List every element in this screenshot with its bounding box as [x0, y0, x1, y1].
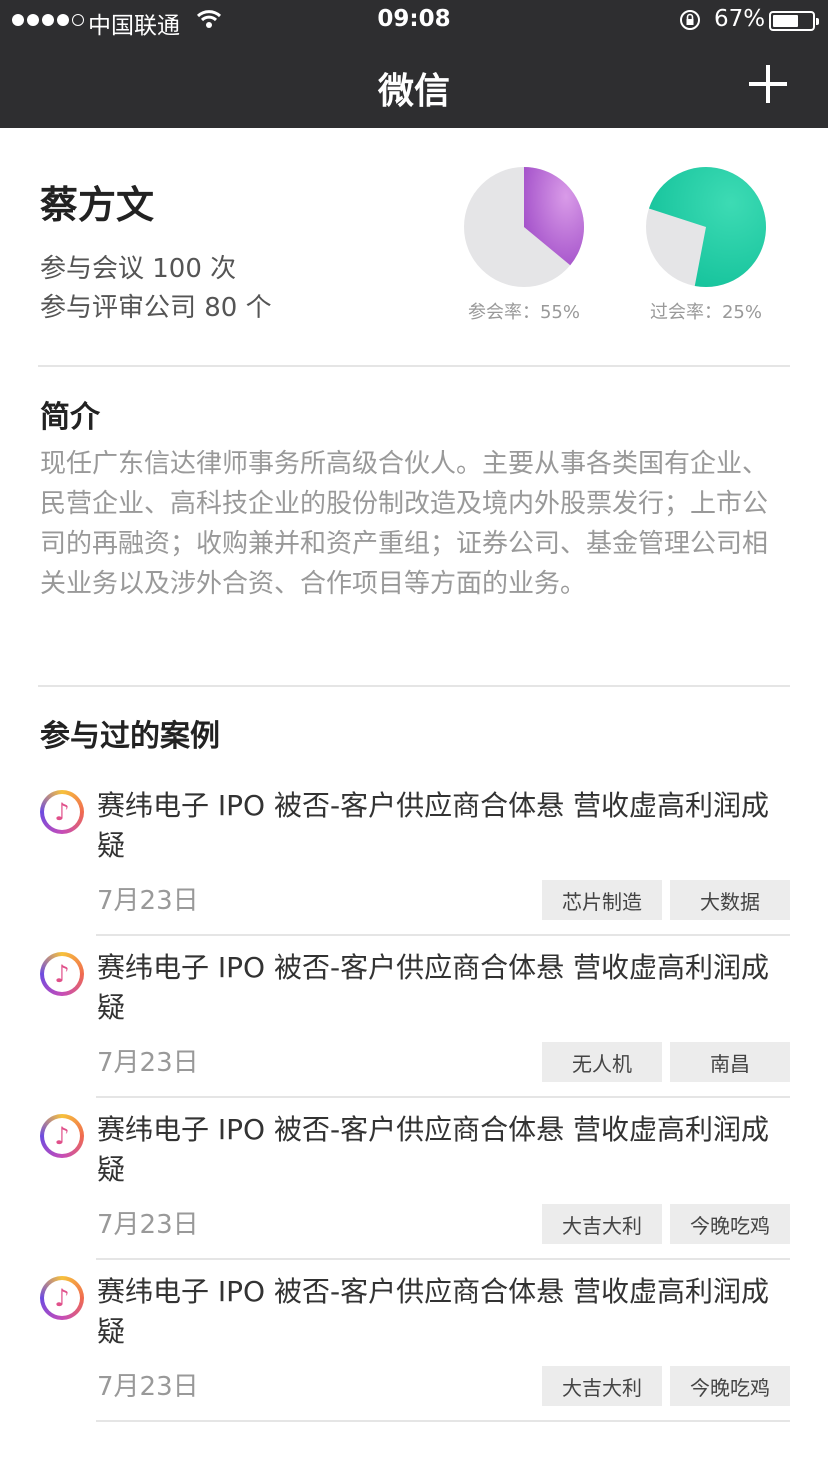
case-tags: 大吉大利 今晚吃鸡: [542, 1204, 790, 1244]
case-title: 赛纬电子 IPO 被否-客户供应商合体悬 营收虚高利润成疑: [97, 951, 769, 1024]
music-note-icon: ♪: [40, 1276, 84, 1320]
case-item[interactable]: ♪ 赛纬电子 IPO 被否-客户供应商合体悬 营收虚高利润成疑 7月23日 无人…: [40, 948, 790, 1110]
battery-icon: [769, 11, 819, 31]
attendance-rate-label: 参会率：55%: [467, 302, 580, 323]
music-note-icon: ♪: [40, 952, 84, 996]
case-date: 7月23日: [97, 1372, 199, 1402]
case-tags: 大吉大利 今晚吃鸡: [542, 1366, 790, 1406]
divider: [96, 1258, 790, 1260]
intro-text: 现任广东信达律师事务所高级合伙人。主要从事各类国有企业、民营企业、高科技企业的股…: [40, 449, 769, 599]
attendance-rate-chart: 参会率：55%: [459, 166, 589, 324]
divider: [96, 934, 790, 936]
case-title: 赛纬电子 IPO 被否-客户供应商合体悬 营收虚高利润成疑: [97, 1275, 769, 1348]
case-item[interactable]: ♪ 赛纬电子 IPO 被否-客户供应商合体悬 营收虚高利润成疑 7月23日 大吉…: [40, 1272, 790, 1434]
pass-rate-chart: 过会率：25%: [641, 166, 771, 324]
tag[interactable]: 今晚吃鸡: [670, 1366, 790, 1406]
tag[interactable]: 大数据: [670, 880, 790, 920]
case-date: 7月23日: [97, 886, 199, 916]
tag[interactable]: 今晚吃鸡: [670, 1204, 790, 1244]
cases-heading: 参与过的案例: [40, 719, 220, 754]
orientation-lock-icon: [678, 8, 702, 38]
battery-percentage: 67%: [714, 6, 766, 32]
pass-rate-label: 过会率：25%: [649, 302, 762, 323]
plus-icon[interactable]: [745, 62, 791, 108]
intro-heading: 简介: [40, 400, 100, 435]
case-item[interactable]: ♪ 赛纬电子 IPO 被否-客户供应商合体悬 营收虚高利润成疑 7月23日 大吉…: [40, 1110, 790, 1272]
page-title: 微信: [377, 71, 450, 112]
case-tags: 无人机 南昌: [542, 1042, 790, 1082]
divider: [38, 365, 790, 367]
case-title: 赛纬电子 IPO 被否-客户供应商合体悬 营收虚高利润成疑: [97, 789, 769, 862]
tag[interactable]: 大吉大利: [542, 1366, 662, 1406]
tag[interactable]: 南昌: [670, 1042, 790, 1082]
case-date: 7月23日: [97, 1048, 199, 1078]
music-note-icon: ♪: [40, 790, 84, 834]
case-item[interactable]: ♪ 赛纬电子 IPO 被否-客户供应商合体悬 营收虚高利润成疑 7月23日 芯片…: [40, 786, 790, 948]
tag[interactable]: 大吉大利: [542, 1204, 662, 1244]
meetings-count: 参与会议 100 次: [40, 254, 237, 284]
profile-name: 蔡方文: [40, 183, 155, 227]
status-bar: 中国联通 09:08 67%: [0, 0, 828, 40]
music-note-icon: ♪: [40, 1114, 84, 1158]
divider: [38, 685, 790, 687]
companies-count: 参与评审公司 80 个: [40, 293, 272, 323]
case-date: 7月23日: [97, 1210, 199, 1240]
top-bar: 中国联通 09:08 67% 微信: [0, 0, 828, 128]
tag[interactable]: 无人机: [542, 1042, 662, 1082]
divider: [96, 1420, 790, 1422]
tag[interactable]: 芯片制造: [542, 880, 662, 920]
status-time: 09:08: [377, 6, 451, 32]
case-title: 赛纬电子 IPO 被否-客户供应商合体悬 营收虚高利润成疑: [97, 1113, 769, 1186]
divider: [96, 1096, 790, 1098]
case-tags: 芯片制造 大数据: [542, 880, 790, 920]
